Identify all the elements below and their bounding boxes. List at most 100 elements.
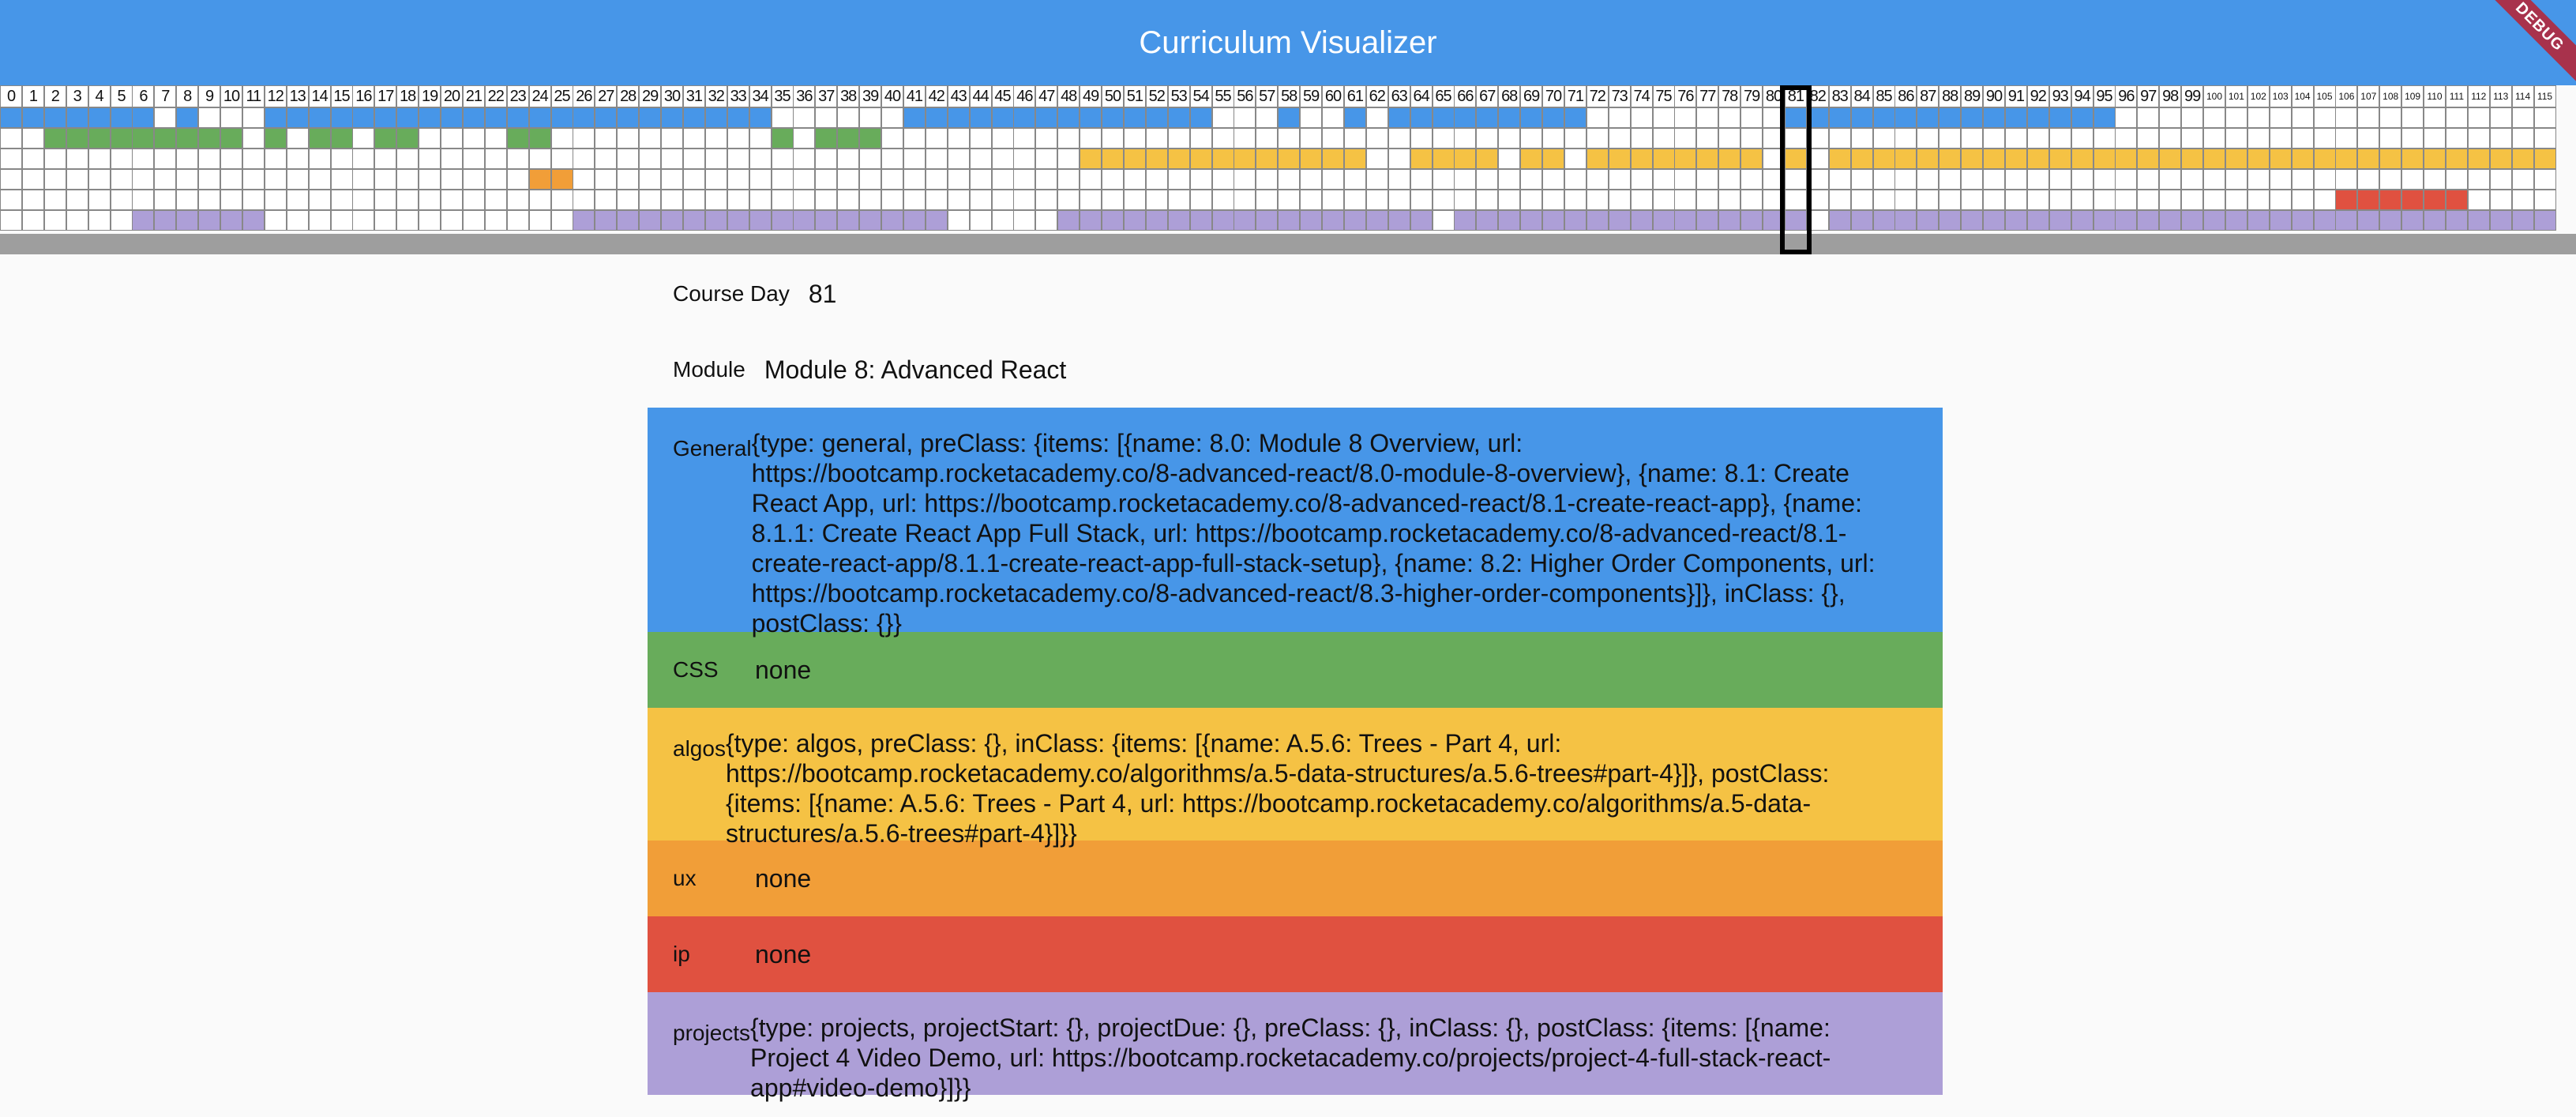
day-cell-general[interactable]	[2335, 107, 2358, 128]
day-column-31[interactable]: 31	[682, 85, 705, 234]
day-column-57[interactable]: 57	[1256, 85, 1279, 234]
day-cell-algos[interactable]	[1432, 149, 1455, 169]
day-cell-ux[interactable]	[1234, 169, 1256, 190]
day-column-21[interactable]: 21	[462, 85, 485, 234]
day-number[interactable]: 106	[2335, 85, 2358, 107]
day-cell-projects[interactable]	[2115, 210, 2138, 231]
day-cell-projects[interactable]	[1740, 210, 1763, 231]
day-cell-algos[interactable]	[1234, 149, 1256, 169]
day-cell-algos[interactable]	[1894, 149, 1917, 169]
day-cell-algos[interactable]	[2445, 149, 2468, 169]
day-cell-ux[interactable]	[132, 169, 155, 190]
day-cell-projects[interactable]	[1102, 210, 1124, 231]
day-cell-css[interactable]	[2247, 128, 2270, 149]
day-column-1[interactable]: 1	[21, 85, 44, 234]
day-cell-general[interactable]	[859, 107, 882, 128]
day-cell-general[interactable]	[1123, 107, 1146, 128]
day-number[interactable]: 6	[132, 85, 155, 107]
day-column-19[interactable]: 19	[419, 85, 441, 234]
day-cell-algos[interactable]	[1696, 149, 1719, 169]
day-cell-projects[interactable]	[2445, 210, 2468, 231]
day-column-60[interactable]: 60	[1322, 85, 1344, 234]
day-cell-general[interactable]	[2247, 107, 2270, 128]
day-column-25[interactable]: 25	[550, 85, 573, 234]
day-number[interactable]: 43	[947, 85, 970, 107]
day-cell-projects[interactable]	[286, 210, 309, 231]
day-column-111[interactable]: 111	[2445, 85, 2468, 234]
day-cell-ux[interactable]	[2225, 169, 2247, 190]
day-cell-css[interactable]	[1123, 128, 1146, 149]
day-cell-ux[interactable]	[1740, 169, 1763, 190]
day-cell-algos[interactable]	[66, 149, 88, 169]
day-cell-css[interactable]	[43, 128, 66, 149]
day-cell-ip[interactable]	[595, 190, 618, 210]
day-cell-ux[interactable]	[286, 169, 309, 190]
day-cell-algos[interactable]	[1718, 149, 1741, 169]
day-column-96[interactable]: 96	[2115, 85, 2138, 234]
day-cell-algos[interactable]	[1586, 149, 1609, 169]
day-cell-algos[interactable]	[419, 149, 441, 169]
day-cell-projects[interactable]	[617, 210, 640, 231]
day-cell-ip[interactable]	[2026, 190, 2049, 210]
day-cell-ux[interactable]	[1300, 169, 1323, 190]
day-number[interactable]: 70	[1542, 85, 1564, 107]
day-number[interactable]: 111	[2445, 85, 2468, 107]
day-column-40[interactable]: 40	[881, 85, 903, 234]
day-cell-projects[interactable]	[1850, 210, 1873, 231]
day-cell-ux[interactable]	[1542, 169, 1564, 190]
day-cell-ip[interactable]	[374, 190, 397, 210]
day-cell-algos[interactable]	[639, 149, 662, 169]
day-cell-ux[interactable]	[2203, 169, 2225, 190]
day-cell-projects[interactable]	[1586, 210, 1609, 231]
day-cell-ip[interactable]	[88, 190, 111, 210]
day-cell-css[interactable]	[1983, 128, 2005, 149]
day-number[interactable]: 15	[330, 85, 353, 107]
day-number[interactable]: 53	[1167, 85, 1190, 107]
day-column-93[interactable]: 93	[2048, 85, 2071, 234]
day-cell-ux[interactable]	[1872, 169, 1895, 190]
day-cell-algos[interactable]	[815, 149, 838, 169]
day-cell-general[interactable]	[528, 107, 551, 128]
day-cell-ip[interactable]	[2291, 190, 2314, 210]
day-cell-algos[interactable]	[1410, 149, 1433, 169]
day-cell-projects[interactable]	[2159, 210, 2182, 231]
day-number[interactable]: 26	[573, 85, 595, 107]
day-cell-algos[interactable]	[2379, 149, 2402, 169]
day-number[interactable]: 20	[441, 85, 463, 107]
day-cell-algos[interactable]	[2357, 149, 2380, 169]
day-cell-ip[interactable]	[1983, 190, 2005, 210]
day-cell-algos[interactable]	[43, 149, 66, 169]
day-cell-algos[interactable]	[242, 149, 265, 169]
day-cell-css[interactable]	[2401, 128, 2424, 149]
day-cell-general[interactable]	[1365, 107, 1388, 128]
day-cell-general[interactable]	[682, 107, 705, 128]
day-cell-css[interactable]	[2489, 128, 2512, 149]
day-column-74[interactable]: 74	[1630, 85, 1653, 234]
day-cell-css[interactable]	[1961, 128, 1984, 149]
day-cell-algos[interactable]	[506, 149, 529, 169]
day-cell-general[interactable]	[1300, 107, 1323, 128]
day-cell-css[interactable]	[1718, 128, 1741, 149]
day-cell-ip[interactable]	[1696, 190, 1719, 210]
day-cell-css[interactable]	[1850, 128, 1873, 149]
day-cell-general[interactable]	[1586, 107, 1609, 128]
day-cell-ux[interactable]	[374, 169, 397, 190]
day-cell-css[interactable]	[352, 128, 375, 149]
day-cell-ip[interactable]	[947, 190, 970, 210]
day-cell-projects[interactable]	[2004, 210, 2027, 231]
day-cell-projects[interactable]	[1189, 210, 1212, 231]
day-column-50[interactable]: 50	[1102, 85, 1124, 234]
day-cell-ip[interactable]	[1917, 190, 1940, 210]
day-cell-ip[interactable]	[2093, 190, 2116, 210]
day-number[interactable]: 2	[43, 85, 66, 107]
day-column-107[interactable]: 107	[2357, 85, 2380, 234]
day-cell-ip[interactable]	[1939, 190, 1962, 210]
day-cell-ip[interactable]	[881, 190, 903, 210]
day-cell-algos[interactable]	[1322, 149, 1344, 169]
day-cell-general[interactable]	[2004, 107, 2027, 128]
day-cell-projects[interactable]	[661, 210, 683, 231]
day-cell-ux[interactable]	[1520, 169, 1543, 190]
day-cell-css[interactable]	[2203, 128, 2225, 149]
day-cell-algos[interactable]	[1498, 149, 1521, 169]
day-column-85[interactable]: 85	[1872, 85, 1895, 234]
